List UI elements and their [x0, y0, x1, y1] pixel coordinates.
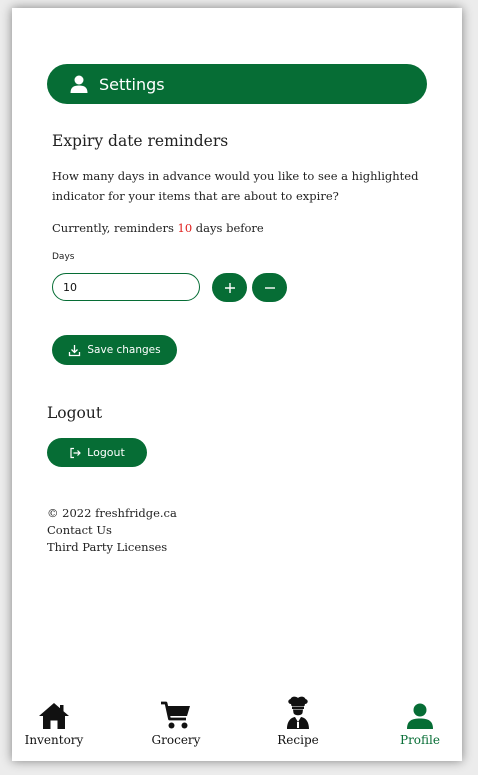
days-label: Days: [52, 252, 75, 262]
nav-label-profile: Profile: [400, 733, 440, 747]
reminders-section-title: Expiry date reminders: [52, 132, 229, 150]
reminders-description: How many days in advance would you like …: [52, 169, 419, 203]
nav-label-recipe: Recipe: [277, 733, 319, 747]
plus-icon: [224, 282, 235, 293]
current-days-value: 10: [177, 221, 193, 235]
page-title: Settings: [99, 74, 165, 94]
chef-icon: [285, 696, 311, 730]
logout-section-title: Logout: [47, 404, 103, 422]
nav-label-grocery: Grocery: [151, 733, 201, 747]
current-suffix: days before: [192, 221, 264, 235]
nav-item-grocery[interactable]: Grocery: [126, 696, 226, 756]
cart-icon: [160, 696, 192, 730]
download-icon: [69, 344, 81, 356]
increment-button[interactable]: [212, 273, 247, 302]
minus-icon: [264, 286, 275, 289]
footer: © 2022 freshfridge.ca Contact Us Third P…: [47, 505, 177, 556]
logout-button[interactable]: Logout: [47, 438, 147, 467]
nav-item-inventory[interactable]: Inventory: [12, 696, 104, 756]
current-reminder-text: Currently, reminders 10 days before: [52, 221, 264, 235]
nav-item-recipe[interactable]: Recipe: [248, 696, 348, 756]
save-changes-button[interactable]: Save changes: [52, 335, 177, 365]
current-prefix: Currently, reminders: [52, 221, 178, 235]
contact-us-link[interactable]: Contact Us: [47, 522, 177, 539]
logout-label: Logout: [87, 446, 125, 459]
settings-screen: Settings Expiry date reminders How many …: [12, 8, 462, 761]
days-input[interactable]: [52, 273, 200, 301]
decrement-button[interactable]: [252, 273, 287, 302]
logout-icon: [70, 447, 82, 458]
save-changes-label: Save changes: [87, 344, 161, 356]
user-icon: [406, 696, 434, 730]
nav-label-inventory: Inventory: [24, 733, 84, 747]
third-party-licenses-link[interactable]: Third Party Licenses: [47, 539, 177, 556]
home-icon: [38, 696, 70, 730]
copyright-text: © 2022 freshfridge.ca: [47, 506, 177, 520]
settings-header: Settings: [47, 64, 427, 104]
nav-item-profile[interactable]: Profile: [370, 696, 462, 756]
user-icon: [69, 74, 89, 94]
bottom-nav: Inventory Grocery Recipe Profile: [12, 696, 462, 761]
